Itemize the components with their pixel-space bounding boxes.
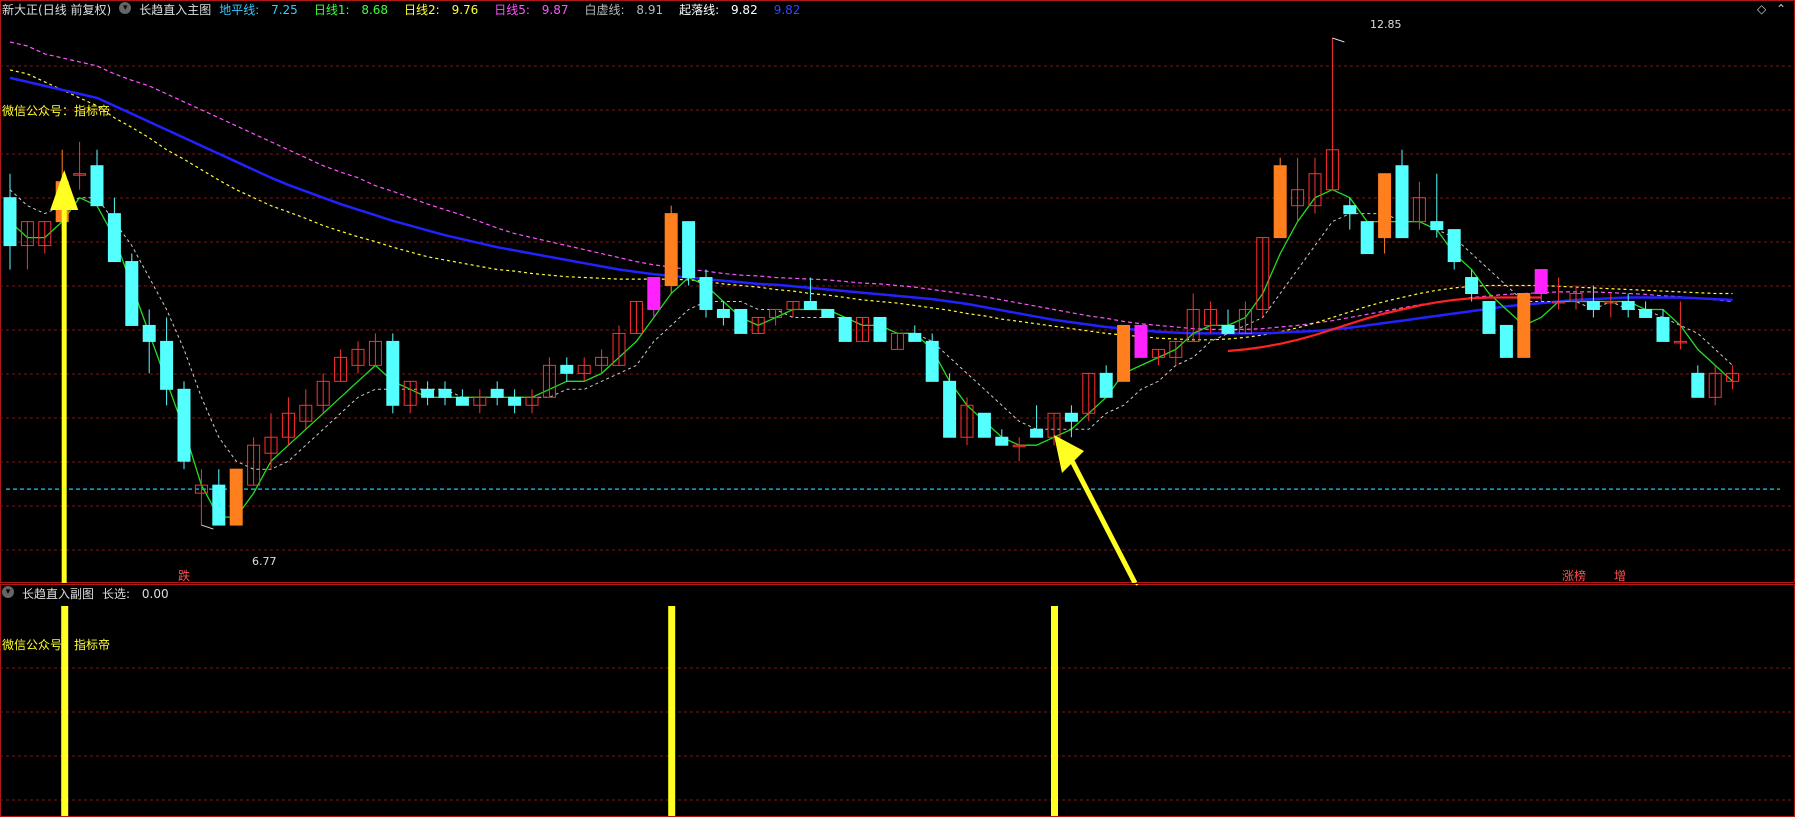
signal-arrow-head bbox=[50, 170, 79, 210]
line-day5: 日线5: 9.87 bbox=[494, 3, 569, 17]
low-marker bbox=[201, 524, 214, 530]
signal-arrow-shaft bbox=[1067, 455, 1138, 583]
line-rise-fall: 起落线: 9.82 bbox=[679, 3, 758, 17]
high-marker bbox=[1332, 37, 1345, 43]
candle-body bbox=[873, 316, 887, 342]
line-white-dash: 白虚线: 8.91 bbox=[584, 3, 664, 17]
candle-body bbox=[455, 396, 469, 406]
candle-body bbox=[1030, 428, 1044, 438]
line-horizon: 地平线: 7.25 bbox=[219, 3, 298, 17]
candle-body bbox=[421, 388, 435, 398]
candle-body bbox=[1064, 412, 1078, 422]
main-chart-panel[interactable]: 新大正 (日线 前复权) ▾ 长趋直入主图 地平线: 7.25 日线1: 8.6… bbox=[0, 0, 1795, 583]
candle-body bbox=[1343, 205, 1357, 215]
candle-body bbox=[803, 300, 817, 310]
blue-ma-line bbox=[9, 76, 1733, 335]
candle-body bbox=[1395, 165, 1409, 239]
candle-body bbox=[664, 213, 678, 287]
candle-body bbox=[1465, 277, 1479, 295]
candle-body bbox=[142, 324, 156, 342]
signal-bar bbox=[1051, 606, 1058, 816]
candle-body bbox=[125, 261, 139, 326]
candle-body bbox=[682, 221, 696, 279]
candle-body bbox=[1273, 165, 1287, 239]
signal-zhangbang-label: 涨榜 bbox=[1562, 569, 1587, 583]
candle-body bbox=[1360, 221, 1374, 255]
signal-die-label: 跌 bbox=[178, 569, 191, 583]
candle-body bbox=[699, 277, 713, 310]
candle-body bbox=[107, 213, 121, 263]
signal-zeng-label: 增 bbox=[1614, 569, 1627, 583]
candle-body bbox=[838, 316, 852, 342]
candle-body bbox=[1534, 269, 1548, 295]
main-legend: 新大正 (日线 前复权) ▾ 长趋直入主图 地平线: 7.25 日线1: 8.6… bbox=[2, 2, 808, 18]
sub-chart-panel[interactable]: ▾ 长趋直入副图 长选: 0.00 微信公众号：指标帝 bbox=[0, 584, 1795, 817]
stock-name: 新大正 bbox=[2, 3, 39, 17]
candle-body bbox=[1586, 300, 1600, 310]
candle-body bbox=[1482, 300, 1496, 334]
main-chart-svg bbox=[0, 37, 1795, 583]
candle-body bbox=[490, 388, 504, 398]
candle-body bbox=[1621, 300, 1635, 310]
indicator-menu-icon[interactable]: ▾ bbox=[119, 2, 132, 14]
diamond-icon[interactable]: ◇ bbox=[1757, 2, 1766, 16]
candle-body bbox=[821, 308, 835, 318]
white-dashed-ma-line bbox=[9, 189, 1733, 470]
sub-indicator-name[interactable]: 长趋直入副图 bbox=[22, 586, 94, 602]
candle-body bbox=[647, 277, 661, 310]
candle-body bbox=[1656, 316, 1670, 342]
sub-legend: ▾ 长趋直入副图 长选: 0.00 bbox=[2, 586, 185, 602]
high-price-label: 12.85 bbox=[1370, 18, 1402, 31]
candle-body bbox=[212, 484, 226, 526]
candle-body bbox=[734, 308, 748, 334]
sub-indicator-menu-icon[interactable]: ▾ bbox=[2, 586, 14, 598]
main-watermark: 微信公众号：指标帝 bbox=[2, 104, 111, 118]
candle-body bbox=[943, 380, 957, 438]
candle-body bbox=[977, 412, 991, 438]
candle-body bbox=[1639, 308, 1653, 318]
candle-body bbox=[160, 340, 174, 390]
candle-body bbox=[1499, 324, 1513, 358]
candle-body bbox=[386, 340, 400, 406]
candle-body bbox=[716, 308, 730, 318]
candle-body bbox=[995, 436, 1009, 446]
candle-body bbox=[1117, 324, 1131, 382]
sub-watermark: 微信公众号：指标帝 bbox=[2, 638, 111, 652]
candle-body bbox=[908, 332, 922, 342]
candle-body bbox=[1517, 293, 1531, 358]
line-day2: 日线2: 9.76 bbox=[404, 3, 479, 17]
sub-value: 长选: 0.00 bbox=[102, 587, 169, 601]
candle-body bbox=[1430, 221, 1444, 231]
candle-body bbox=[508, 396, 522, 406]
candle-body bbox=[438, 388, 452, 398]
fast-ma-line bbox=[9, 188, 1734, 518]
candle-body bbox=[177, 388, 191, 462]
candle-body bbox=[560, 364, 574, 374]
candle-body bbox=[1099, 372, 1113, 398]
candle-body bbox=[925, 340, 939, 382]
candle-body bbox=[1134, 324, 1148, 358]
candle-body bbox=[1378, 173, 1392, 239]
line-day1: 日线1: 8.68 bbox=[313, 3, 389, 17]
candle-body bbox=[229, 468, 243, 526]
candle-body bbox=[1447, 229, 1461, 263]
candle-body bbox=[90, 165, 104, 207]
signal-bar bbox=[668, 606, 676, 816]
low-price-label: 6.77 bbox=[252, 555, 277, 568]
sub-chart-svg bbox=[0, 584, 1795, 816]
candle-body bbox=[1691, 372, 1705, 398]
candle-body bbox=[1221, 324, 1235, 334]
candle-body bbox=[3, 197, 17, 247]
main-indicator-name[interactable]: 长趋直入主图 bbox=[139, 2, 211, 18]
line-trail-value: 9.82 bbox=[773, 3, 801, 17]
period-label: (日线 前复权) bbox=[38, 3, 112, 17]
collapse-up-icon[interactable]: ⌃ bbox=[1776, 2, 1786, 16]
signal-arrow-head bbox=[1054, 435, 1084, 473]
